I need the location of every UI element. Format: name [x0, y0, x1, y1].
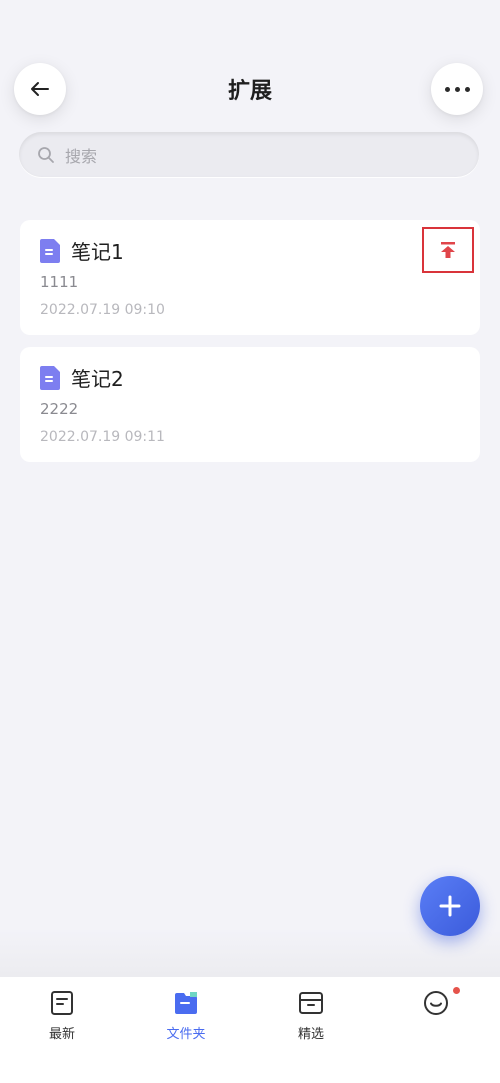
app-screen: 扩展 搜索 笔记1 1111 2022.07.19 09:10 笔记2 2222… — [0, 0, 500, 1083]
search-placeholder: 搜索 — [65, 146, 98, 166]
note-card[interactable]: 笔记2 2222 2022.07.19 09:11 — [20, 347, 480, 462]
pin-to-top-button[interactable] — [422, 227, 474, 273]
more-options-button[interactable] — [431, 63, 483, 115]
smiley-icon — [424, 991, 448, 1015]
page-title: 扩展 — [227, 79, 272, 104]
note-document-icon — [40, 238, 60, 263]
folder-icon — [175, 992, 197, 1014]
nav-item-recent[interactable]: 最新 — [12, 977, 112, 1047]
note-title-row: 笔记2 — [40, 363, 124, 392]
note-preview: 2222 — [40, 400, 79, 418]
plus-icon — [439, 895, 461, 917]
add-note-button[interactable] — [420, 876, 480, 936]
search-icon — [38, 146, 54, 163]
nav-label: 精选 — [297, 1027, 324, 1042]
note-document-icon — [40, 365, 60, 390]
note-date: 2022.07.19 09:10 — [40, 302, 165, 318]
document-icon — [51, 991, 73, 1015]
note-title: 笔记1 — [71, 240, 124, 264]
search-input[interactable]: 搜索 — [19, 132, 479, 177]
pin-to-top-icon — [441, 242, 455, 258]
note-card[interactable]: 笔记1 1111 2022.07.19 09:10 — [20, 220, 480, 335]
note-preview: 1111 — [40, 273, 79, 291]
note-date: 2022.07.19 09:11 — [40, 429, 165, 445]
bottom-fade — [0, 930, 500, 976]
nav-item-featured[interactable]: 精选 — [261, 977, 361, 1047]
bottom-nav: 最新 文件夹 精选 — [0, 976, 500, 1083]
nav-item-me[interactable] — [386, 977, 486, 1047]
nav-label: 文件夹 — [166, 1027, 206, 1042]
note-title: 笔记2 — [71, 367, 124, 391]
nav-item-folder[interactable]: 文件夹 — [136, 977, 236, 1047]
archive-box-icon — [299, 992, 323, 1014]
notification-badge — [453, 987, 460, 994]
note-title-row: 笔记1 — [40, 236, 124, 265]
nav-label: 最新 — [48, 1027, 75, 1042]
more-dots-icon — [444, 86, 470, 92]
